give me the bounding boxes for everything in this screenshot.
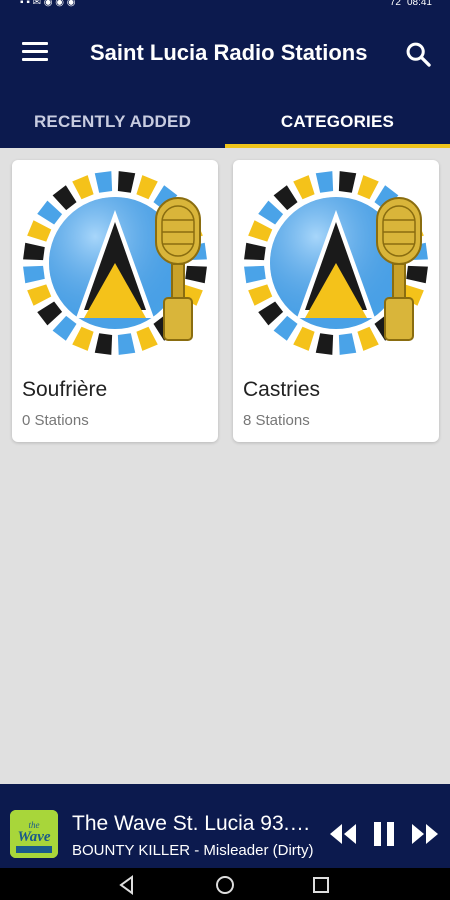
notification-icons: ▪ ▪ ✉ ◉ ◉ ◉	[20, 0, 76, 8]
app-title: Saint Lucia Radio Stations	[90, 40, 368, 65]
fast-forward-icon[interactable]	[410, 820, 440, 848]
search-icon[interactable]	[404, 40, 432, 68]
saint-lucia-flag-microphone-icon	[23, 171, 207, 355]
status-bar: ▪ ▪ ✉ ◉ ◉ ◉ 72 08:41	[0, 0, 450, 10]
home-icon[interactable]	[214, 874, 236, 896]
app-bar: Saint Lucia Radio Stations	[0, 10, 450, 96]
recents-icon[interactable]	[310, 874, 332, 896]
category-grid: Soufrière 0 Stations Castries 8 Stations	[0, 148, 450, 784]
back-icon[interactable]	[116, 874, 138, 896]
station-count: 8 Stations	[243, 412, 310, 429]
system-nav-bar	[0, 868, 450, 900]
battery-level: 72	[389, 0, 401, 8]
pause-icon[interactable]	[369, 820, 399, 848]
tab-categories[interactable]: CATEGORIES	[225, 96, 450, 148]
tab-bar: RECENTLY ADDED CATEGORIES	[0, 96, 450, 148]
category-name: Castries	[243, 378, 321, 401]
station-logo: the Wave	[10, 810, 58, 858]
hamburger-menu-icon[interactable]	[22, 42, 48, 64]
station-count: 0 Stations	[22, 412, 89, 429]
status-right: 72 08:41	[390, 0, 432, 8]
tab-recently-added[interactable]: RECENTLY ADDED	[0, 96, 225, 148]
svg-text:Wave: Wave	[17, 829, 50, 845]
clock: 08:41	[406, 0, 432, 8]
category-card-castries[interactable]: Castries 8 Stations	[233, 160, 439, 442]
now-playing-bar[interactable]: the Wave The Wave St. Lucia 93.7 / 94.5 …	[0, 784, 450, 868]
category-card-soufriere[interactable]: Soufrière 0 Stations	[12, 160, 218, 442]
category-name: Soufrière	[22, 378, 108, 401]
now-playing-station: The Wave St. Lucia 93.7 / 94.5	[72, 812, 322, 835]
rewind-icon[interactable]	[328, 820, 358, 848]
now-playing-track: BOUNTY KILLER - Misleader (Dirty)	[72, 842, 314, 859]
saint-lucia-flag-microphone-icon	[244, 171, 428, 355]
